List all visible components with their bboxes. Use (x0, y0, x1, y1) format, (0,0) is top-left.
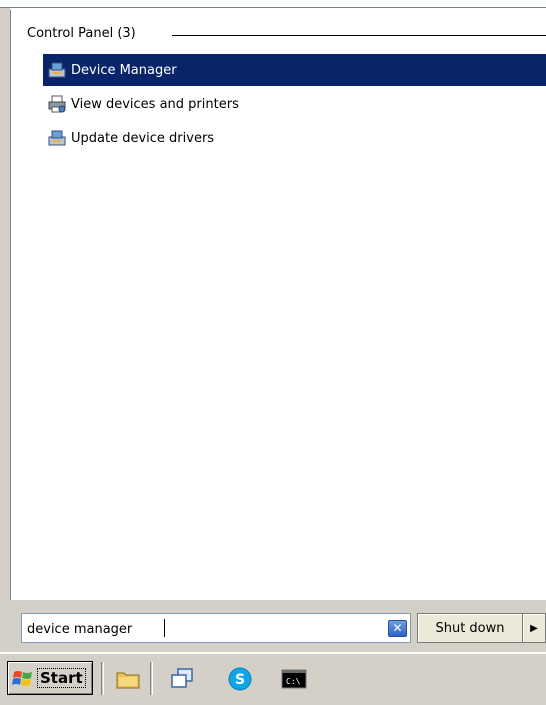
shut-down-button[interactable]: Shut down (417, 613, 523, 643)
start-button[interactable]: Start (7, 661, 93, 695)
right-arrow-icon: ▶ (530, 622, 538, 634)
search-row: ✕ Shut down ▶ (10, 600, 546, 652)
folder-icon[interactable] (114, 665, 142, 693)
results-group-header[interactable]: Control Panel (3) (27, 26, 546, 44)
clear-icon[interactable]: ✕ (388, 620, 407, 637)
skype-icon[interactable]: S (226, 665, 254, 693)
text-caret (164, 619, 165, 637)
start-menu-top-edge (0, 0, 546, 10)
result-label: Device Manager (71, 62, 177, 78)
result-label: View devices and printers (71, 96, 239, 112)
windows-logo-icon (12, 668, 34, 688)
shut-down-options-button[interactable]: ▶ (523, 613, 546, 643)
search-box[interactable]: ✕ (21, 613, 411, 643)
taskbar-separator (101, 662, 104, 695)
start-label: Start (37, 668, 86, 688)
result-item-view-devices-and-printers[interactable]: View devices and printers (43, 88, 546, 120)
svg-text:S: S (235, 672, 245, 688)
group-divider-line (172, 35, 546, 36)
result-item-update-device-drivers[interactable]: Update device drivers (43, 122, 546, 154)
start-menu-left-edge (0, 8, 10, 652)
printer-icon (47, 94, 67, 114)
result-label: Update device drivers (71, 130, 215, 146)
results-group-title: Control Panel (3) (27, 26, 136, 41)
device-manager-icon (47, 60, 67, 80)
shut-down-label: Shut down (435, 620, 505, 636)
start-menu: Control Panel (3) Device Manager View de… (0, 0, 546, 652)
search-results-pane: Control Panel (3) Device Manager View de… (10, 10, 546, 600)
desktop-switch-icon[interactable] (168, 665, 196, 693)
device-driver-icon (47, 128, 67, 148)
taskbar: Start S C:\ (0, 650, 546, 705)
taskbar-separator (150, 662, 153, 695)
search-input[interactable] (27, 618, 367, 640)
svg-text:C:\: C:\ (286, 677, 301, 686)
command-prompt-icon[interactable]: C:\ (280, 665, 308, 693)
result-item-device-manager[interactable]: Device Manager (43, 54, 546, 86)
